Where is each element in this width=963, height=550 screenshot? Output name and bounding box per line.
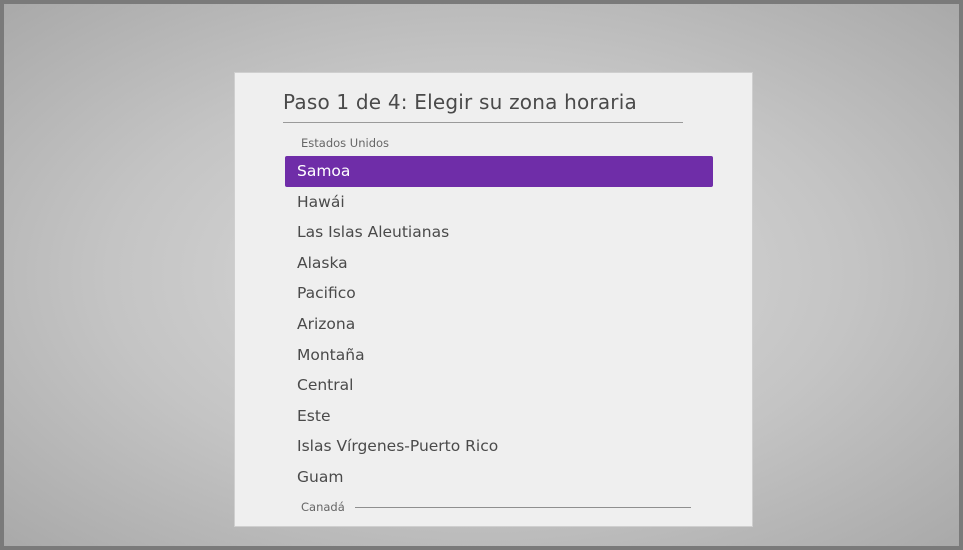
timezone-item-guam[interactable]: Guam bbox=[285, 462, 713, 493]
timezone-item-arizona[interactable]: Arizona bbox=[285, 309, 713, 340]
timezone-item-pacific[interactable]: Pacifico bbox=[285, 278, 713, 309]
timezone-item-alaska[interactable]: Alaska bbox=[285, 248, 713, 279]
timezone-item-mountain[interactable]: Montaña bbox=[285, 340, 713, 371]
timezone-list: Samoa Hawái Las Islas Aleutianas Alaska … bbox=[285, 156, 713, 493]
section-divider bbox=[354, 506, 691, 508]
tv-screen: Paso 1 de 4: Elegir su zona horaria Esta… bbox=[0, 0, 963, 550]
timezone-item-eastern[interactable]: Este bbox=[285, 401, 713, 432]
timezone-dialog: Paso 1 de 4: Elegir su zona horaria Esta… bbox=[234, 72, 753, 527]
timezone-item-aleutian[interactable]: Las Islas Aleutianas bbox=[285, 217, 713, 248]
timezone-item-hawaii[interactable]: Hawái bbox=[285, 187, 713, 218]
timezone-item-virgin-islands-puerto-rico[interactable]: Islas Vírgenes-Puerto Rico bbox=[285, 431, 713, 462]
dialog-title: Paso 1 de 4: Elegir su zona horaria bbox=[283, 90, 637, 114]
section-header-canada: Canadá bbox=[301, 500, 691, 514]
title-divider bbox=[283, 122, 683, 123]
section-label-us: Estados Unidos bbox=[301, 136, 390, 150]
timezone-item-samoa[interactable]: Samoa bbox=[285, 156, 713, 187]
section-label-canada: Canadá bbox=[301, 500, 345, 514]
timezone-item-central[interactable]: Central bbox=[285, 370, 713, 401]
